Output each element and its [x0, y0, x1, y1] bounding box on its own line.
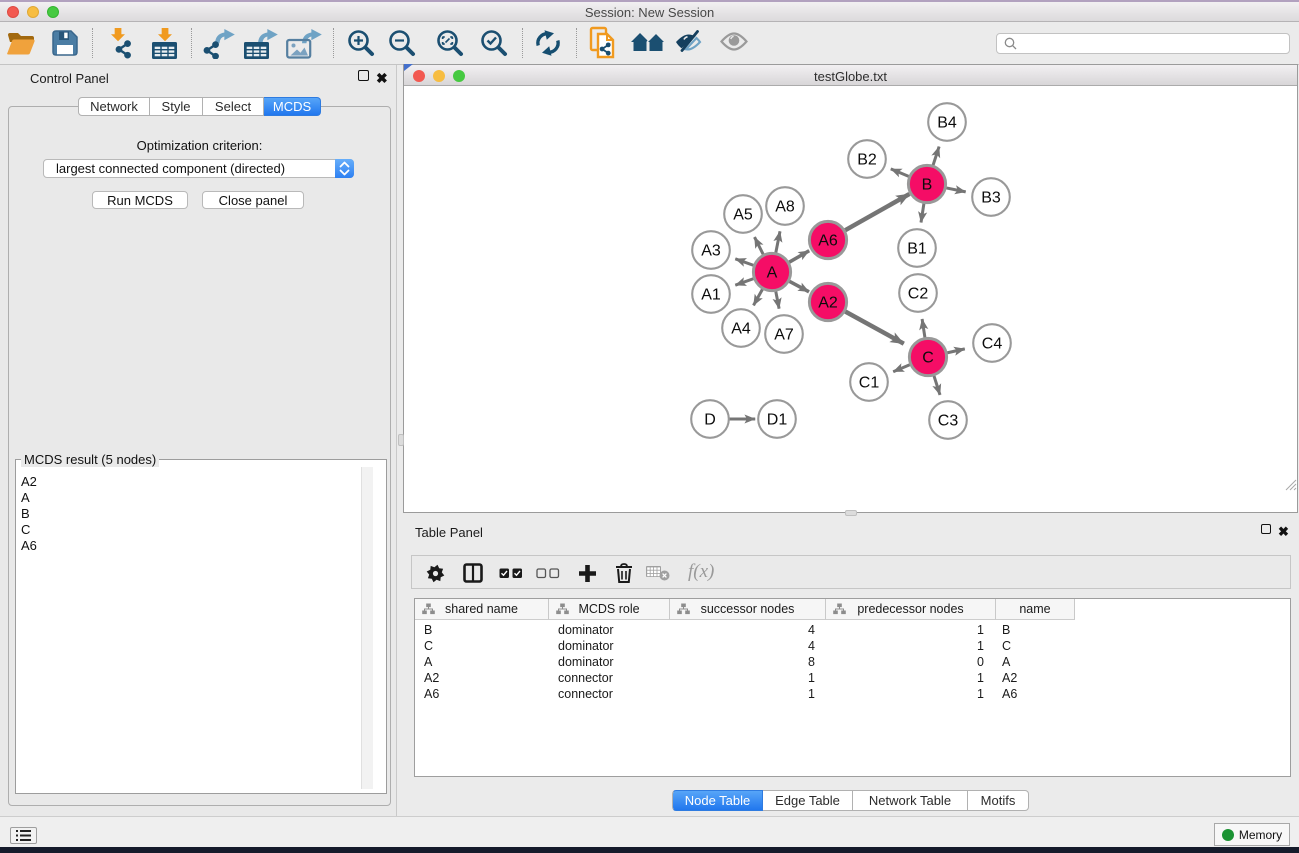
svg-text:C1: C1 [859, 375, 880, 392]
svg-text:A4: A4 [731, 321, 751, 338]
svg-text:B: B [922, 177, 933, 194]
svg-text:C: C [922, 350, 934, 367]
svg-text:A8: A8 [775, 199, 795, 216]
svg-text:C3: C3 [938, 413, 959, 430]
svg-text:D: D [704, 412, 716, 429]
svg-text:B1: B1 [907, 241, 927, 258]
svg-text:A3: A3 [701, 243, 721, 260]
svg-text:A7: A7 [774, 327, 794, 344]
svg-text:A: A [767, 265, 778, 282]
svg-text:C4: C4 [982, 336, 1003, 353]
svg-text:B2: B2 [857, 152, 877, 169]
svg-text:A2: A2 [818, 295, 838, 312]
svg-text:A5: A5 [733, 207, 753, 224]
svg-text:A6: A6 [818, 233, 838, 250]
svg-text:A1: A1 [701, 287, 721, 304]
svg-text:B4: B4 [937, 115, 957, 132]
svg-text:D1: D1 [767, 412, 788, 429]
svg-text:B3: B3 [981, 190, 1001, 207]
svg-text:C2: C2 [908, 286, 929, 303]
